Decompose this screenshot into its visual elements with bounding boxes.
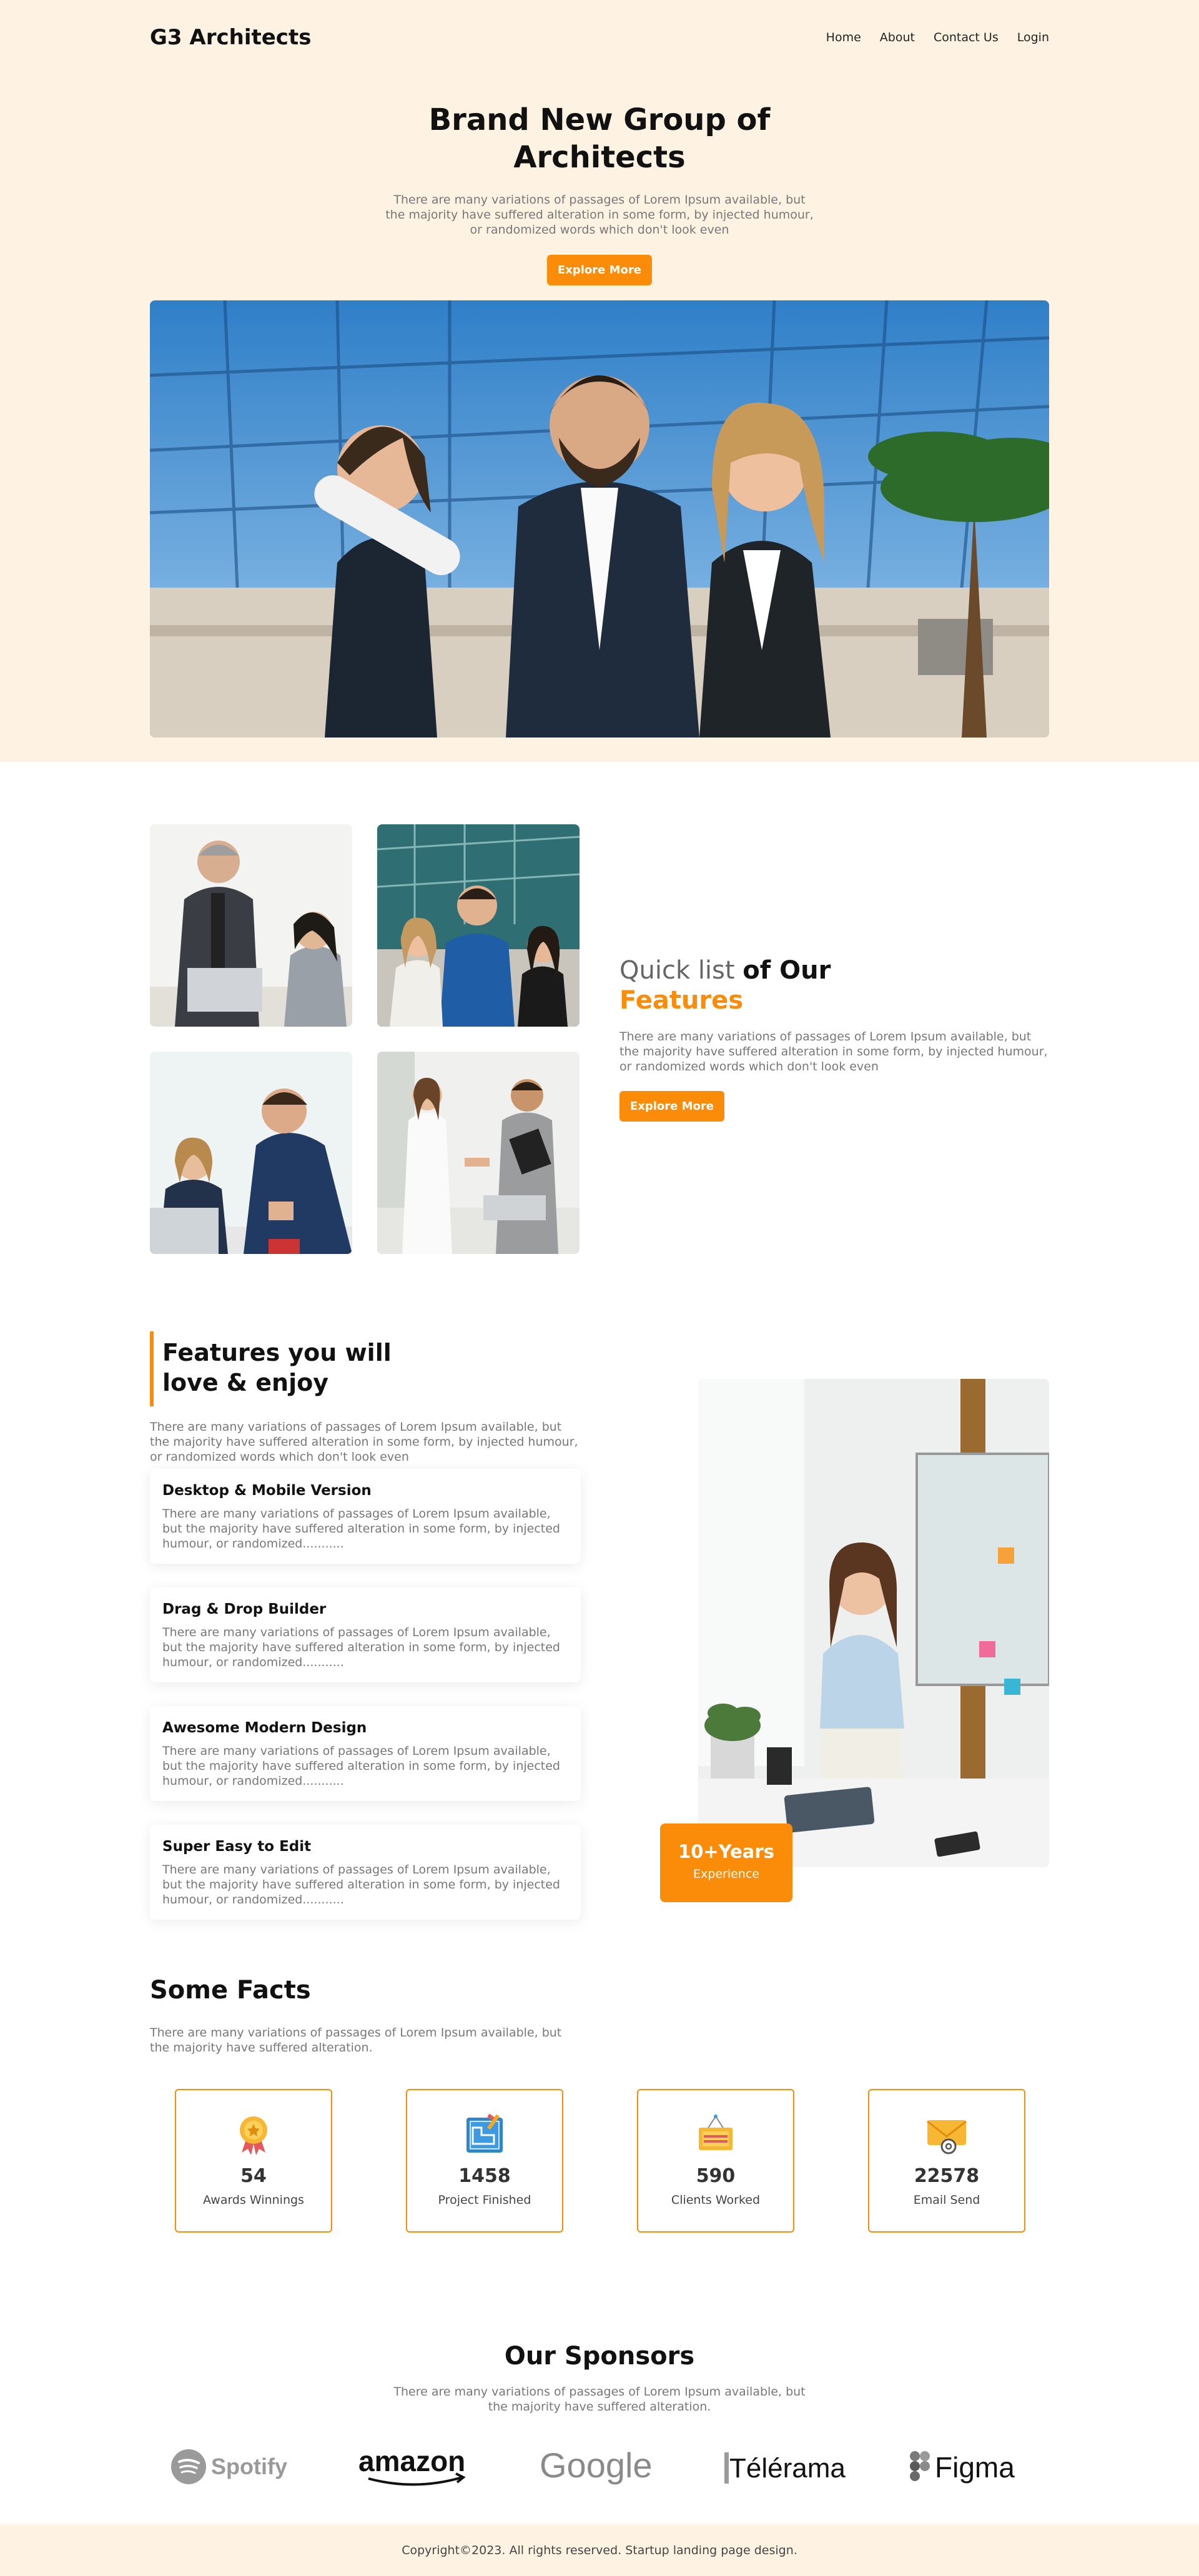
office-woman-photo — [698, 1379, 1049, 1867]
sponsors-title: Our Sponsors — [504, 2342, 695, 2371]
fact-card: 1458 Project Finished — [406, 2089, 563, 2233]
fact-card: 54 Awards Winnings — [175, 2089, 332, 2233]
email-envelope-icon — [925, 2113, 969, 2156]
spotify-logo[interactable]: Spotify — [170, 2442, 289, 2492]
features-title: Features you will love & enjoy — [150, 1331, 412, 1406]
svg-text:Spotify: Spotify — [211, 2454, 287, 2479]
fact-label: Awards Winnings — [203, 2193, 304, 2207]
feature-card-text: There are many variations of passages of… — [162, 1626, 560, 1669]
quick-title-orange: Features — [619, 986, 744, 1015]
fact-number: 54 — [240, 2165, 267, 2187]
quick-title-light: Quick list — [619, 956, 743, 985]
fact-label: Email Send — [913, 2193, 980, 2207]
facts-section: Some Facts There are many variations of … — [0, 1948, 1199, 2317]
hero-description: There are many variations of passages of… — [385, 193, 814, 237]
feature-card[interactable]: Drag & Drop Builder There are many varia… — [150, 1587, 581, 1682]
meeting-photo-3 — [150, 1052, 352, 1254]
quick-explore-button[interactable]: Explore More — [619, 1091, 724, 1122]
nav-login-link[interactable]: Login — [1017, 31, 1049, 44]
google-logo[interactable]: Google — [538, 2442, 663, 2492]
experience-badge-years: 10+Years — [678, 1841, 774, 1862]
feature-card[interactable]: Super Easy to Edit There are many variat… — [150, 1825, 581, 1920]
brand-logo[interactable]: G3 Architects — [150, 25, 311, 50]
feature-card-title: Super Easy to Edit — [162, 1838, 312, 1855]
amazon-logo[interactable]: amazon — [356, 2442, 481, 2492]
figma-logo[interactable]: Figma — [909, 2442, 1034, 2492]
sponsors-description: There are many variations of passages of… — [393, 2385, 806, 2414]
svg-text:Google: Google — [540, 2445, 653, 2485]
nav-contact-link[interactable]: Contact Us — [934, 31, 999, 44]
meeting-photo-2 — [377, 824, 580, 1027]
award-medal-icon — [232, 2113, 275, 2156]
hero-explore-button[interactable]: Explore More — [547, 255, 652, 285]
facts-title: Some Facts — [150, 1976, 311, 2005]
svg-text:amazon: amazon — [358, 2445, 465, 2477]
feature-card-text: There are many variations of passages of… — [162, 1507, 560, 1551]
quick-title-dark: of Our — [743, 956, 831, 985]
quick-list-section: Quick list of Our Features There are man… — [0, 762, 1199, 1293]
experience-badge: 10+Years Experience — [660, 1823, 792, 1902]
feature-card[interactable]: Desktop & Mobile Version There are many … — [150, 1469, 581, 1564]
work-in-progress-sign-icon — [694, 2113, 738, 2156]
feature-card-text: There are many variations of passages of… — [162, 1863, 560, 1907]
footer-copyright: Copyright©2023. All rights reserved. Sta… — [402, 2543, 797, 2557]
fact-number: 22578 — [914, 2165, 980, 2187]
hero-title: Brand New Group of Architects — [428, 102, 771, 175]
hero-section: G3 Architects Home About Contact Us Logi… — [0, 0, 1199, 762]
feature-card-title: Awesome Modern Design — [162, 1720, 367, 1736]
nav-about-link[interactable]: About — [880, 31, 915, 44]
telerama-logo[interactable]: Télérama — [724, 2442, 849, 2492]
fact-label: Clients Worked — [671, 2193, 761, 2207]
fact-number: 1458 — [458, 2165, 511, 2187]
feature-card[interactable]: Awesome Modern Design There are many var… — [150, 1706, 581, 1801]
features-section: Features you will love & enjoy There are… — [0, 1293, 1199, 1948]
feature-card-title: Desktop & Mobile Version — [162, 1483, 372, 1499]
fact-label: Project Finished — [438, 2193, 531, 2207]
feature-card-title: Drag & Drop Builder — [162, 1601, 327, 1617]
fact-card: 590 Clients Worked — [637, 2089, 794, 2233]
nav-menu: Home About Contact Us Login — [826, 31, 1049, 44]
sponsors-section: Our Sponsors There are many variations o… — [0, 2317, 1199, 2524]
fact-number: 590 — [696, 2165, 736, 2187]
experience-badge-label: Experience — [693, 1867, 759, 1881]
svg-text:Télérama: Télérama — [729, 2453, 846, 2484]
feature-card-text: There are many variations of passages of… — [162, 1744, 560, 1788]
footer: Copyright©2023. All rights reserved. Sta… — [0, 2524, 1199, 2576]
quick-list-description: There are many variations of passages of… — [619, 1030, 1048, 1073]
sponsor-logos: Spotify amazon Google Télérama Figma — [150, 2442, 1049, 2492]
meeting-photo-4 — [377, 1052, 580, 1254]
fact-card: 22578 Email Send — [868, 2089, 1025, 2233]
hero-team-photo — [150, 300, 1049, 738]
top-nav: G3 Architects Home About Contact Us Logi… — [150, 0, 1049, 75]
features-description: There are many variations of passages of… — [150, 1420, 578, 1464]
blueprint-icon — [463, 2113, 506, 2156]
facts-description: There are many variations of passages of… — [150, 2026, 562, 2055]
nav-home-link[interactable]: Home — [826, 31, 861, 44]
quick-list-title: Quick list of Our Features — [619, 955, 831, 1015]
svg-text:Figma: Figma — [935, 2451, 1015, 2484]
meeting-photo-1 — [150, 824, 352, 1027]
